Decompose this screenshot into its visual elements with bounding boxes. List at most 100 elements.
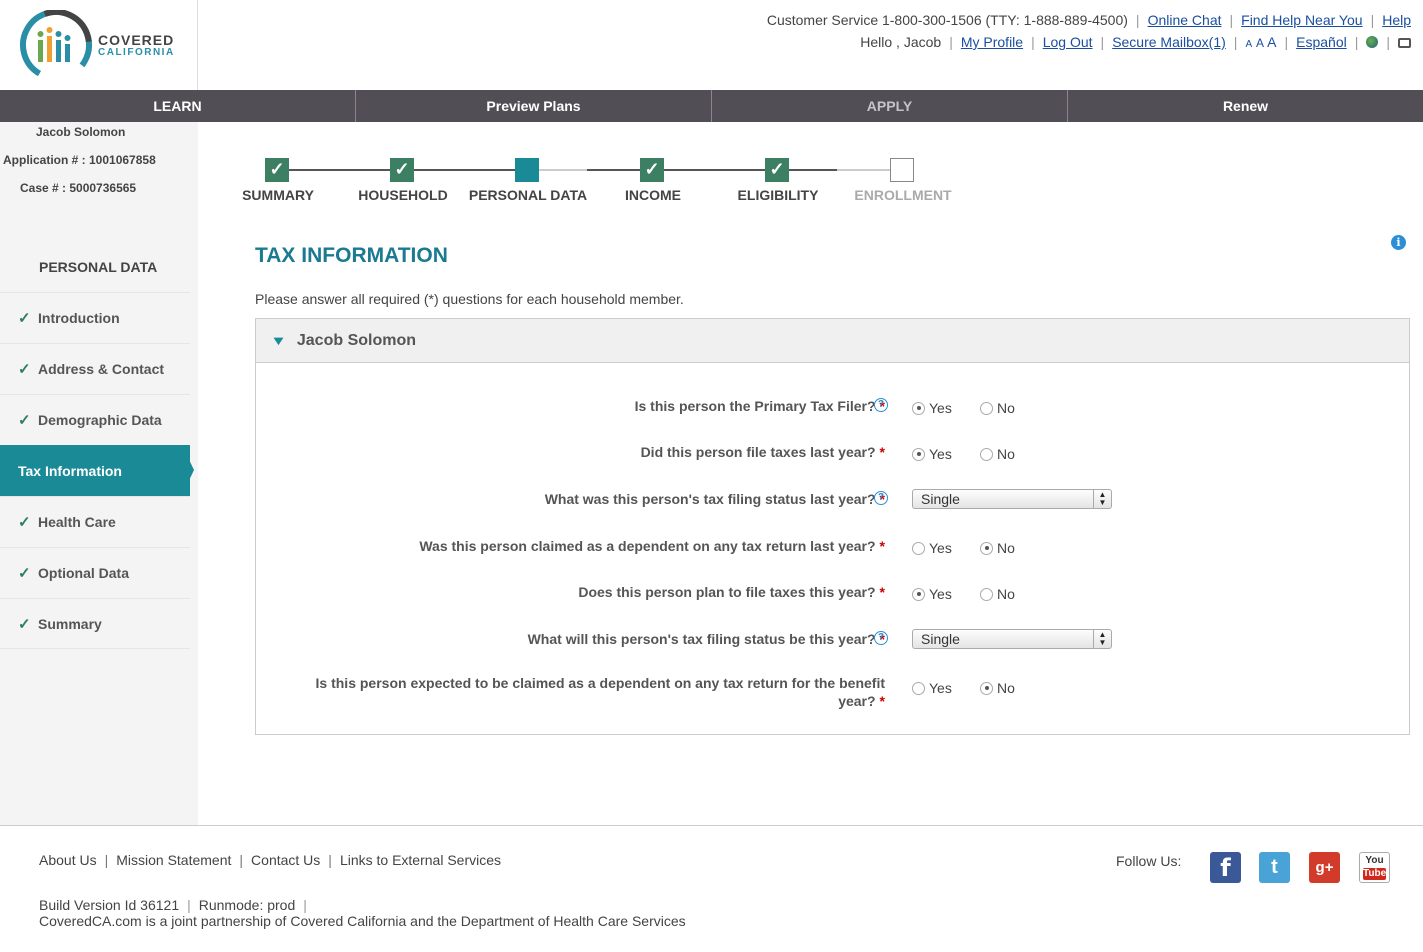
tab-renew[interactable]: Renew <box>1068 90 1423 122</box>
footer-link-mission-statement[interactable]: Mission Statement <box>116 852 231 868</box>
radio-no[interactable]: No <box>980 540 1048 556</box>
radio-yes[interactable]: Yes <box>912 540 980 556</box>
logo[interactable]: COVERED CALIFORNIA <box>0 0 198 90</box>
sidebar-item-label: Demographic Data <box>38 412 162 428</box>
utility-bar-top: Customer Service 1-800-300-1506 (TTY: 1-… <box>766 12 1411 28</box>
sidebar-item-label: Health Care <box>38 514 116 530</box>
radio-group-dependent-last-year: Yes No <box>912 540 1048 556</box>
text-size-large[interactable]: A <box>1267 34 1276 50</box>
footer-link-contact-us[interactable]: Contact Us <box>251 852 320 868</box>
sidebar-item-demographic-data[interactable]: ✓ Demographic Data <box>0 394 190 445</box>
select-arrows-icon: ▲ ▼ <box>1093 630 1111 648</box>
youtube-icon[interactable]: You Tube <box>1359 852 1390 883</box>
print-icon[interactable] <box>1398 38 1411 48</box>
check-icon: ✓ <box>18 412 31 429</box>
radio-yes[interactable]: Yes <box>912 446 980 462</box>
radio-group-file-this-year: Yes No <box>912 586 1048 602</box>
page-title: TAX INFORMATION <box>255 244 448 267</box>
footer-build-info: Build Version Id 36121 | Runmode: prod | <box>39 897 307 913</box>
check-icon: ✓ <box>18 361 31 378</box>
follow-us-label: Follow Us: <box>1116 853 1182 869</box>
filing-status-this-year-select[interactable]: Single ▲ ▼ <box>912 629 1112 649</box>
step-label-enrollment: ENROLLMENT <box>854 187 952 203</box>
sidebar-item-label: Summary <box>38 615 102 632</box>
sidebar-item-tax-information[interactable]: Tax Information <box>0 445 194 496</box>
radio-no[interactable]: No <box>980 446 1048 462</box>
sidebar-item-label: Optional Data <box>38 565 130 581</box>
progress-line <box>587 169 837 171</box>
step-eligibility-check-icon: ✓ <box>765 158 789 182</box>
check-icon: ✓ <box>18 514 31 531</box>
sidebar-item-summary[interactable]: ✓ Summary <box>0 598 190 649</box>
globe-icon[interactable] <box>1366 36 1379 48</box>
member-name: Jacob Solomon <box>296 331 416 349</box>
sidebar-item-health-care[interactable]: ✓ Health Care <box>0 496 190 547</box>
question-filing-status-this-year: What will this person's tax filing statu… <box>527 631 885 647</box>
runmode: Runmode: prod <box>198 897 296 913</box>
espanol-link[interactable]: Español <box>1296 34 1347 50</box>
radio-group-dependent-benefit-year: Yes No <box>912 680 1048 696</box>
twitter-icon[interactable]: t <box>1259 852 1290 883</box>
google-plus-icon[interactable]: g+ <box>1309 852 1340 883</box>
question-primary-tax-filer: Is this person the Primary Tax Filer? * <box>634 398 885 414</box>
text-size-medium[interactable]: A <box>1256 36 1264 50</box>
question-dependent-benefit-year: Is this person expected to be claimed as… <box>315 675 885 709</box>
logo-line1: COVERED <box>98 32 175 48</box>
footer-link-about-us[interactable]: About Us <box>39 852 97 868</box>
sidebar: Jacob Solomon Application # : 1001067858… <box>0 122 198 826</box>
footer-links: About Us | Mission Statement | Contact Us | Li… <box>39 852 502 868</box>
sidebar-user-name: Jacob Solomon <box>36 125 126 139</box>
radio-yes[interactable]: Yes <box>912 586 980 602</box>
logo-line2: CALIFORNIA <box>98 47 175 58</box>
online-chat-link[interactable]: Online Chat <box>1148 12 1222 28</box>
build-version: Build Version Id 36121 <box>39 897 180 913</box>
log-out-link[interactable]: Log Out <box>1043 34 1093 50</box>
radio-yes[interactable]: Yes <box>912 680 980 696</box>
help-question-icon[interactable]: ? <box>874 631 888 645</box>
my-profile-link[interactable]: My Profile <box>961 34 1023 50</box>
step-label-household: HOUSEHOLD <box>358 187 448 203</box>
facebook-icon[interactable]: f <box>1210 852 1241 883</box>
tab-learn[interactable]: LEARN <box>0 90 356 122</box>
sidebar-item-label: Tax Information <box>18 462 122 479</box>
secure-mailbox-link[interactable]: Secure Mailbox(1) <box>1112 34 1226 50</box>
question-filing-status-last-year: What was this person's tax filing status… <box>544 491 885 507</box>
radio-no[interactable]: No <box>980 586 1048 602</box>
step-label-summary: SUMMARY <box>242 187 314 203</box>
radio-no[interactable]: No <box>980 400 1048 416</box>
member-panel: ▼ Jacob Solomon <box>255 318 1410 735</box>
radio-group-primary-tax-filer: Yes No <box>912 400 1048 416</box>
help-question-icon[interactable]: ? <box>874 491 888 505</box>
sidebar-item-optional-data[interactable]: ✓ Optional Data <box>0 547 190 598</box>
sidebar-heading: PERSONAL DATA <box>39 259 158 275</box>
filing-status-last-year-select[interactable]: Single ▲ ▼ <box>912 489 1112 509</box>
sidebar-item-label: Address & Contact <box>38 361 165 377</box>
check-icon: ✓ <box>18 565 31 582</box>
tab-apply[interactable]: APPLY <box>712 90 1068 122</box>
footer: About Us | Mission Statement | Contact Us | Li… <box>0 825 1423 952</box>
text-size-small[interactable]: A <box>1245 39 1252 50</box>
select-arrows-icon: ▲ ▼ <box>1093 490 1111 508</box>
find-help-link[interactable]: Find Help Near You <box>1241 12 1362 28</box>
step-summary-check-icon: ✓ <box>265 158 289 182</box>
member-panel-header[interactable]: ▼ Jacob Solomon <box>256 319 1409 363</box>
tab-preview-plans[interactable]: Preview Plans <box>356 90 712 122</box>
footer-link-external-services[interactable]: Links to External Services <box>340 852 501 868</box>
covered-california-logo-icon <box>19 10 92 80</box>
sidebar-item-introduction[interactable]: ✓ Introduction <box>0 292 190 343</box>
progress-line <box>837 169 897 171</box>
instructions-text: Please answer all required (*) questions… <box>255 291 684 307</box>
check-icon: ✓ <box>18 310 31 327</box>
sidebar-list: ✓ Introduction ✓ Address & Contact ✓ Demogr… <box>0 292 194 649</box>
radio-yes[interactable]: Yes <box>912 400 980 416</box>
info-icon[interactable]: i <box>1391 235 1406 250</box>
sidebar-application-number: Application # : 1001067858 <box>3 153 156 167</box>
sidebar-item-address-contact[interactable]: ✓ Address & Contact <box>0 343 190 394</box>
logo-text: COVERED CALIFORNIA <box>98 33 175 59</box>
help-link[interactable]: Help <box>1382 12 1411 28</box>
text-size-controls: A A A <box>1245 34 1276 50</box>
help-question-icon[interactable]: ? <box>874 398 888 412</box>
chevron-down-icon: ▼ <box>270 333 287 348</box>
footer-partnership-note: CoveredCA.com is a joint partnership of … <box>39 913 686 929</box>
radio-no[interactable]: No <box>980 680 1048 696</box>
